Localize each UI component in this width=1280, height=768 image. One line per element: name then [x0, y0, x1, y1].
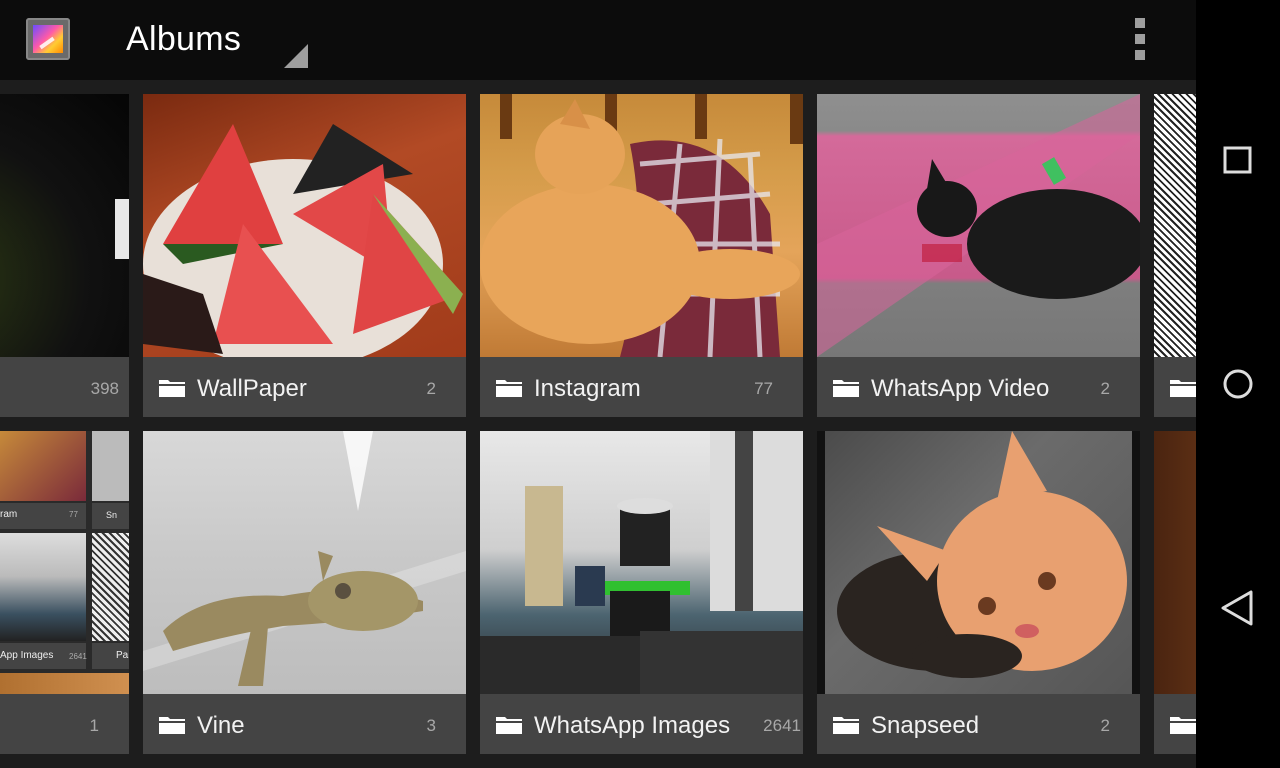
folder-icon — [159, 717, 185, 734]
album-count: 2 — [1100, 716, 1110, 735]
album-thumbnail — [1154, 94, 1196, 357]
album-thumbnail — [817, 94, 1140, 357]
album-tile-whatsapp-video[interactable]: WhatsApp Video 2 — [817, 94, 1140, 417]
album-thumbnail — [143, 431, 466, 694]
album-label-bar: 1 — [0, 694, 129, 754]
folder-icon — [159, 380, 185, 397]
album-thumbnail — [1154, 431, 1196, 694]
dropdown-triangle-icon[interactable] — [284, 44, 308, 68]
album-name: Instagram — [534, 375, 641, 402]
circle-home-icon[interactable] — [1218, 364, 1258, 404]
folder-icon — [1170, 380, 1196, 397]
album-label-bar: Snapseed 2 — [817, 694, 1140, 754]
album-grid[interactable]: 398 WallPaper 2 Instagram 77 WhatsApp Vi… — [0, 80, 1196, 768]
album-tile-whatsapp-images[interactable]: WhatsApp Images 2641 — [480, 431, 803, 754]
collage-label: Sn — [106, 510, 118, 520]
album-count: 2 — [1100, 379, 1110, 398]
album-tile[interactable]: 398 — [0, 94, 129, 417]
folder-icon — [1170, 717, 1196, 734]
album-thumbnail — [0, 94, 129, 357]
collage-label: App Images — [0, 650, 54, 661]
album-tile[interactable] — [1154, 431, 1196, 754]
album-count: 2641 — [763, 716, 801, 735]
collage-count: 77 — [69, 510, 78, 519]
collage-label: ram — [0, 509, 18, 520]
album-count: 398 — [90, 379, 119, 398]
gallery-app-icon[interactable] — [26, 18, 70, 60]
album-count: 77 — [754, 379, 773, 398]
folder-icon — [833, 717, 859, 734]
album-name: Snapseed — [871, 712, 980, 739]
folder-icon — [496, 380, 522, 397]
album-name: WhatsApp Images — [534, 712, 731, 739]
album-tile[interactable]: ram 77 Sn App Images 2641 Pa 1 — [0, 431, 129, 754]
album-name: Vine — [197, 712, 245, 739]
triangle-back-icon[interactable] — [1218, 588, 1258, 628]
album-thumbnail: ram 77 Sn App Images 2641 Pa — [0, 431, 129, 694]
album-count: 1 — [89, 716, 99, 735]
square-recents-icon[interactable] — [1218, 140, 1258, 180]
album-tile-instagram[interactable]: Instagram 77 — [480, 94, 803, 417]
album-name: WallPaper — [197, 375, 307, 402]
album-label-bar: WhatsApp Video 2 — [817, 357, 1140, 417]
collage-label: Pa — [116, 650, 129, 661]
album-label-bar — [1154, 694, 1196, 754]
album-label-bar: Vine 3 — [143, 694, 466, 754]
album-count: 3 — [426, 716, 436, 735]
album-label-bar: WhatsApp Images 2641 — [480, 694, 803, 754]
folder-icon — [833, 380, 859, 397]
album-name: WhatsApp Video — [871, 375, 1050, 402]
album-label-bar — [1154, 357, 1196, 417]
album-label-bar: WallPaper 2 — [143, 357, 466, 417]
page-title[interactable]: Albums — [126, 20, 241, 59]
album-thumbnail — [143, 94, 466, 369]
overflow-menu-icon[interactable] — [1128, 16, 1152, 64]
album-count: 2 — [426, 379, 436, 398]
system-navigation-bar — [1196, 0, 1280, 768]
album-tile[interactable] — [1154, 94, 1196, 417]
album-thumbnail — [817, 431, 1140, 694]
album-tile-wallpaper[interactable]: WallPaper 2 — [143, 94, 466, 417]
album-label-bar: 398 — [0, 357, 129, 417]
album-tile-vine[interactable]: Vine 3 — [143, 431, 466, 754]
album-thumbnail — [480, 94, 803, 358]
album-thumbnail — [480, 431, 803, 694]
album-label-bar: Instagram 77 — [480, 357, 803, 417]
album-tile-snapseed[interactable]: Snapseed 2 — [817, 431, 1140, 754]
collage-count: 2641 — [69, 652, 87, 661]
folder-icon — [496, 717, 522, 734]
action-bar: Albums — [0, 0, 1196, 80]
